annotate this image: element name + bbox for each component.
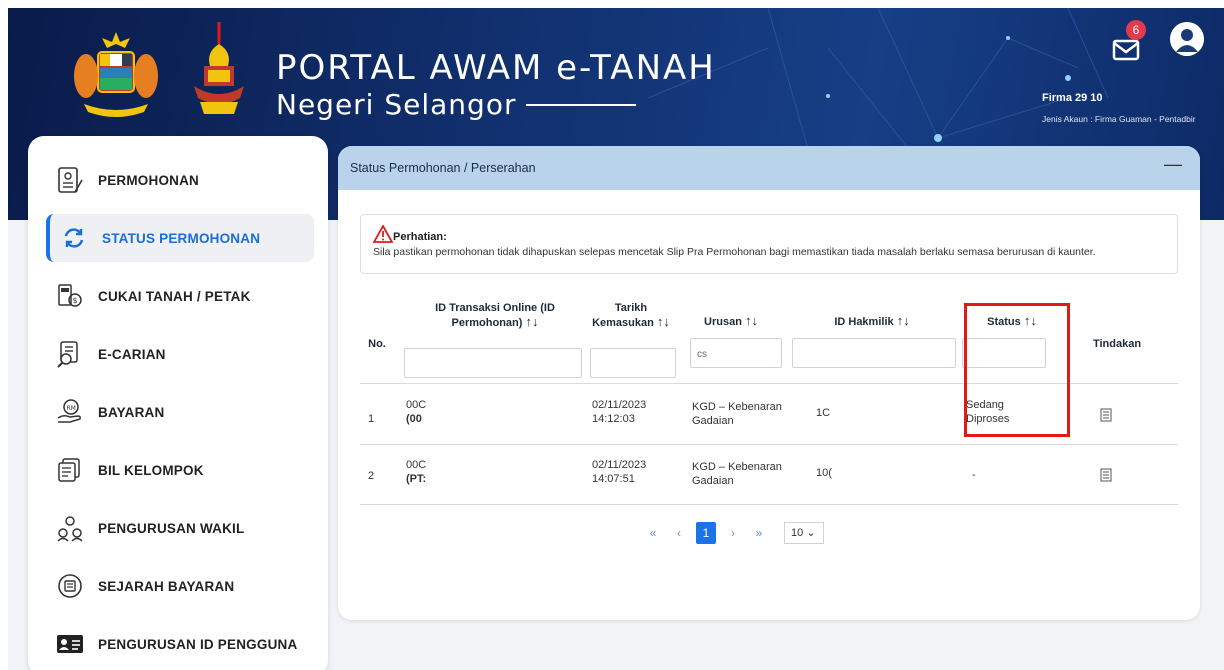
notification-badge: 6 [1126,20,1146,40]
sidebar-item-label: PENGURUSAN WAKIL [98,520,245,536]
next-page-button[interactable]: › [724,526,742,540]
current-page-button[interactable]: 1 [696,522,716,544]
sidebar-item-pengurusan-id-pengguna[interactable]: PENGURUSAN ID PENGGUNA [46,620,314,668]
sidebar-item-label: E-CARIAN [98,346,166,362]
status-permohonan-card: Status Permohonan / Perserahan — Perhati… [338,146,1200,620]
refresh-icon [56,220,92,256]
portal-title: PORTAL AWAM e-TANAH [276,48,716,88]
first-page-button[interactable]: « [644,526,662,540]
tarikh-cell: 02/11/2023 14:12:03 [592,399,647,425]
row-divider [360,504,1178,505]
tarikh-cell: 02/11/2023 14:07:51 [592,459,647,485]
prev-page-button[interactable]: ‹ [670,526,688,540]
sidebar-item-pengurusan-wakil[interactable]: PENGURUSAN WAKIL [46,504,314,552]
column-header-tindakan: Tindakan [1092,338,1142,350]
sidebar-item-status-permohonan[interactable]: STATUS PERMOHONAN [46,214,314,262]
page-size-select[interactable]: 10 ⌄ [784,522,824,544]
card-header: Status Permohonan / Perserahan — [338,146,1200,190]
sidebar-item-label: BIL KELOMPOK [98,462,204,478]
people-icon [52,510,88,546]
sidebar-item-label: BAYARAN [98,404,165,420]
id-transaksi-cell: 00C (PT: [406,459,427,485]
column-header-id-transaksi[interactable]: ID Transaksi Online (ID Permohonan) ↑↓ [406,302,584,330]
sidebar-item-label: STATUS PERMOHONAN [102,230,261,246]
user-avatar-icon[interactable] [1170,22,1204,56]
sidebar: PERMOHONAN STATUS PERMOHONAN $ CUKAI TAN… [28,136,328,670]
sort-icon: ↑↓ [656,314,670,329]
highlight-box [964,303,1070,437]
collapse-button[interactable]: — [1164,154,1182,175]
warning-icon [373,225,393,243]
sort-icon: ↑↓ [896,313,910,328]
chevron-down-icon: ⌄ [806,527,816,539]
filter-hakmilik-input[interactable] [792,338,956,368]
state-name: Negeri Selangor [276,88,517,121]
user-name: Firma 29 10 [1042,92,1103,104]
payment-icon: RM [52,394,88,430]
warning-alert: Perhatian: Sila pastikan permohonan tida… [360,214,1178,274]
column-header-hakmilik[interactable]: ID Hakmilik ↑↓ [792,314,952,329]
title-underline [526,103,637,106]
filter-urusan-input[interactable]: cs [690,338,782,368]
sidebar-item-permohonan[interactable]: PERMOHONAN [46,156,314,204]
view-document-icon[interactable] [1100,468,1112,482]
tax-icon: $ [52,278,88,314]
column-header-tarikh[interactable]: Tarikh Kemasukan ↑↓ [588,302,674,330]
card-title: Status Permohonan / Perserahan [350,161,536,175]
sidebar-item-label: PERMOHONAN [98,172,200,188]
form-icon [52,162,88,198]
svg-text:$: $ [73,296,78,305]
filter-tarikh-input[interactable] [590,348,676,378]
alert-message: Sila pastikan permohonan tidak dihapuska… [373,246,1096,258]
last-page-button[interactable]: » [750,526,768,540]
sidebar-item-label: PENGURUSAN ID PENGGUNA [98,636,298,652]
sidebar-item-e-carian[interactable]: E-CARIAN [46,330,314,378]
account-type: Jenis Akaun : Firma Guaman - Pentadbir [1042,114,1196,124]
sort-icon: ↑↓ [744,313,758,328]
sidebar-item-sejarah-bayaran[interactable]: SEJARAH BAYARAN [46,562,314,610]
sidebar-item-cukai-tanah[interactable]: $ CUKAI TANAH / PETAK [46,272,314,320]
hakmilik-cell: 1C [816,407,831,419]
bill-icon [52,452,88,488]
urusan-cell: KGD – Kebenaran Gadaian [692,461,782,487]
sort-icon: ↑↓ [525,314,539,329]
filter-id-transaksi-input[interactable] [404,348,582,378]
sidebar-item-bil-kelompok[interactable]: BIL KELOMPOK [46,446,314,494]
status-cell: - [972,469,976,481]
sidebar-item-label: CUKAI TANAH / PETAK [98,288,251,304]
malaysia-coat-of-arms-logo [74,32,158,117]
id-transaksi-cell: 00C (00 [406,399,427,425]
svg-text:RM: RM [67,405,76,412]
column-header-urusan[interactable]: Urusan ↑↓ [682,314,780,329]
hakmilik-cell: 10( [816,467,832,479]
alert-title: Perhatian: [393,231,447,243]
sidebar-item-label: SEJARAH BAYARAN [98,578,235,594]
id-card-icon [52,626,88,662]
row-divider [360,444,1178,445]
search-document-icon [52,336,88,372]
selangor-crest-logo [194,22,244,114]
urusan-cell: KGD – Kebenaran Gadaian [692,401,782,427]
portal-subtitle: Negeri Selangor [276,88,637,121]
pagination: « ‹ 1 › » 10 ⌄ [644,522,824,544]
column-header-no: No. [368,338,386,350]
history-icon [52,568,88,604]
view-document-icon[interactable] [1100,408,1112,422]
sidebar-item-bayaran[interactable]: RM BAYARAN [46,388,314,436]
